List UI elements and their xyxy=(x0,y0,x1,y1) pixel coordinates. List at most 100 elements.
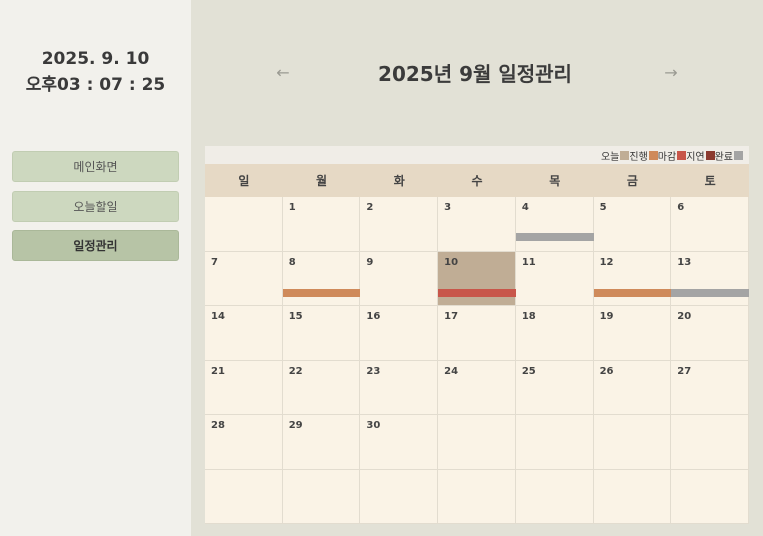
day-cell-6[interactable]: 6 xyxy=(671,197,749,252)
event-bar[interactable] xyxy=(593,289,672,297)
legend-label: 마감 xyxy=(657,151,677,163)
day-number: 8 xyxy=(288,256,296,268)
legend-item-today: 오늘 xyxy=(601,148,630,163)
menu-today-todo-button[interactable]: 오늘할일 xyxy=(12,191,179,222)
day-number: 26 xyxy=(599,365,614,377)
page-title: 2025년 9월 일정관리 xyxy=(378,62,572,86)
day-cell-18[interactable]: 18 xyxy=(515,306,594,361)
day-number: 24 xyxy=(444,365,459,377)
weekday-fri: 금 xyxy=(626,174,638,188)
day-cell-15[interactable]: 15 xyxy=(282,306,361,361)
legend-item-progress: 진행 xyxy=(629,148,658,163)
day-number: 27 xyxy=(677,365,692,377)
day-number: 2 xyxy=(366,202,374,213)
weekday-sat: 토 xyxy=(704,174,716,188)
day-number: 7 xyxy=(211,256,218,268)
empty-cell xyxy=(282,469,361,524)
legend-item-delayed: 지연 xyxy=(686,148,715,163)
empty-cell xyxy=(205,197,283,252)
day-number: 11 xyxy=(521,256,536,268)
weekday-tue: 화 xyxy=(393,174,405,188)
day-cell-10[interactable]: 10 xyxy=(438,251,516,306)
day-cell-29[interactable]: 29 xyxy=(282,415,361,470)
day-number: 28 xyxy=(211,420,225,431)
clock: 2025. 9. 10 오후03 : 07 : 25 xyxy=(0,46,191,98)
empty-cell xyxy=(438,469,516,524)
day-cell-28[interactable]: 28 xyxy=(205,415,283,470)
legend-item-done: 완료 xyxy=(715,148,743,163)
empty-cell xyxy=(360,469,439,524)
day-number: 17 xyxy=(444,311,459,322)
day-number: 18 xyxy=(521,311,536,322)
clock-time: 오후03 : 07 : 25 xyxy=(25,75,166,95)
prev-month-arrow-icon[interactable]: ← xyxy=(271,60,295,84)
day-cell-4[interactable]: 4 xyxy=(515,197,594,252)
empty-cell xyxy=(438,415,516,470)
day-number: 14 xyxy=(211,311,225,322)
day-cell-21[interactable]: 21 xyxy=(205,360,283,415)
next-month-arrow-icon[interactable]: → xyxy=(659,60,683,84)
legend-swatch xyxy=(734,150,743,160)
day-number: 13 xyxy=(677,256,692,268)
day-number: 3 xyxy=(444,202,452,213)
legend-label: 지연 xyxy=(686,151,705,163)
day-cell-30[interactable]: 30 xyxy=(360,415,439,470)
day-cell-17[interactable]: 17 xyxy=(438,306,516,361)
day-number: 23 xyxy=(366,365,381,377)
day-cell-5[interactable]: 5 xyxy=(593,197,672,252)
day-number: 22 xyxy=(288,365,303,377)
empty-cell xyxy=(671,469,749,524)
calendar: 오늘 진행 마감 지연 완료 일 월 화 수 목 금 토 1 2 3 4 5 6 7 8 9 10… xyxy=(205,146,749,524)
legend-swatch xyxy=(705,150,715,160)
weekday-sun: 일 xyxy=(238,174,250,188)
day-number: 30 xyxy=(366,420,381,431)
day-number: 21 xyxy=(211,365,225,377)
event-bar[interactable] xyxy=(671,289,749,297)
event-bar[interactable] xyxy=(438,289,516,297)
menu-main-button[interactable]: 메인화면 xyxy=(12,151,179,182)
empty-cell xyxy=(205,469,283,524)
weekday-mon: 월 xyxy=(316,174,328,188)
calendar-grid: 1 2 3 4 5 6 7 8 9 10 11 12 13 14 15 16 17 18 19 20 21 22 23 24 2… xyxy=(205,197,749,524)
day-cell-20[interactable]: 20 xyxy=(671,306,749,361)
legend-label: 진행 xyxy=(629,151,648,163)
day-number: 25 xyxy=(521,365,536,377)
day-cell-13[interactable]: 13 xyxy=(671,251,749,306)
sidebar: 2025. 9. 10 오후03 : 07 : 25 메인화면 오늘할일 일정관… xyxy=(0,0,191,536)
day-cell-7[interactable]: 7 xyxy=(205,251,283,306)
day-cell-8[interactable]: 8 xyxy=(282,251,361,306)
legend-item-deadline: 마감 xyxy=(657,148,687,163)
day-cell-26[interactable]: 26 xyxy=(593,360,672,415)
clock-date: 2025. 9. 10 xyxy=(41,49,150,69)
weekday-wed: 수 xyxy=(471,174,483,188)
day-cell-22[interactable]: 22 xyxy=(282,360,361,415)
event-bar[interactable] xyxy=(282,289,361,297)
day-cell-19[interactable]: 19 xyxy=(593,306,672,361)
day-number: 1 xyxy=(288,202,296,213)
day-number: 6 xyxy=(677,202,685,213)
day-cell-27[interactable]: 27 xyxy=(671,360,749,415)
menu-schedule-button[interactable]: 일정관리 xyxy=(12,230,179,261)
day-cell-23[interactable]: 23 xyxy=(360,360,439,415)
event-bar[interactable] xyxy=(515,232,594,241)
status-legend: 오늘 진행 마감 지연 완료 xyxy=(205,146,749,164)
legend-swatch xyxy=(620,150,630,160)
day-cell-14[interactable]: 14 xyxy=(205,306,283,361)
day-number: 5 xyxy=(599,202,607,213)
day-cell-1[interactable]: 1 xyxy=(282,197,361,252)
legend-swatch xyxy=(677,150,687,160)
empty-cell xyxy=(593,469,672,524)
day-cell-2[interactable]: 2 xyxy=(360,197,439,252)
day-cell-25[interactable]: 25 xyxy=(515,360,594,415)
weekday-header: 일 월 화 수 목 금 토 xyxy=(205,164,749,197)
empty-cell xyxy=(515,469,594,524)
day-cell-24[interactable]: 24 xyxy=(438,360,516,415)
day-cell-3[interactable]: 3 xyxy=(438,197,516,252)
day-number: 12 xyxy=(599,256,614,268)
day-cell-16[interactable]: 16 xyxy=(360,306,439,361)
legend-label: 완료 xyxy=(714,151,733,163)
day-number: 20 xyxy=(677,311,692,322)
day-cell-11[interactable]: 11 xyxy=(515,251,594,306)
day-cell-12[interactable]: 12 xyxy=(593,251,672,306)
day-cell-9[interactable]: 9 xyxy=(360,251,439,306)
